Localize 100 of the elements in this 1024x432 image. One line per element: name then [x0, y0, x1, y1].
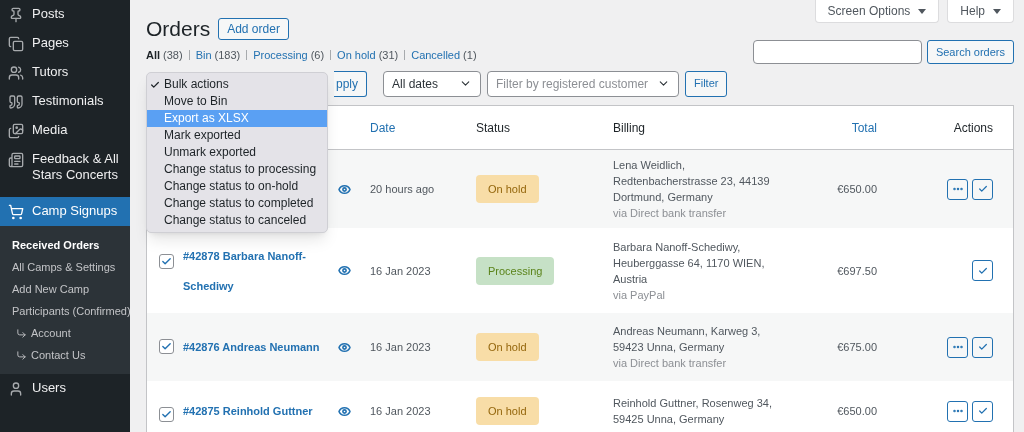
- order-link[interactable]: #42876 Andreas Neumann: [183, 332, 330, 362]
- filter-count: (183): [214, 47, 241, 63]
- menu-option[interactable]: Change status to completed: [147, 195, 327, 212]
- user-icon: [8, 381, 24, 397]
- submenu-item[interactable]: Add New Camp: [0, 278, 130, 300]
- people-icon: [8, 65, 24, 81]
- complete-button[interactable]: [972, 178, 993, 200]
- order-total: €675.00: [837, 341, 877, 353]
- sidebar-item[interactable]: Tutors: [0, 58, 130, 87]
- filter-count: (6): [310, 47, 325, 63]
- complete-button[interactable]: [972, 260, 993, 281]
- quote-icon: [8, 94, 24, 110]
- row-checkbox[interactable]: [159, 254, 174, 269]
- eye-icon[interactable]: [338, 340, 351, 354]
- indent-arrow-icon: [16, 327, 27, 339]
- add-order-button[interactable]: Add order: [218, 18, 289, 40]
- check-icon: [977, 184, 988, 194]
- status-badge: On hold: [476, 175, 539, 203]
- status-badge: On hold: [476, 333, 539, 361]
- sidebar-item[interactable]: Testimonials: [0, 87, 130, 116]
- order-date: 20 hours ago: [370, 183, 435, 195]
- sidebar-item[interactable]: Media: [0, 116, 130, 145]
- check-icon: [977, 406, 988, 416]
- status-filter-link[interactable]: Cancelled: [411, 46, 461, 63]
- menu-option[interactable]: Unmark exported: [147, 144, 327, 161]
- order-total: €650.00: [837, 405, 877, 417]
- billing-address: Reinhold Guttner, Rosenweg 34, 59425 Unna, Germany: [613, 396, 773, 427]
- check-icon: [977, 342, 988, 352]
- screen-options-tab[interactable]: Screen Options: [814, 0, 940, 23]
- submenu-item[interactable]: Participants (Confirmed): [0, 300, 130, 322]
- submenu-item[interactable]: Received Orders: [0, 234, 130, 256]
- sidebar-item[interactable]: Camp Signups: [0, 197, 130, 226]
- complete-button[interactable]: [972, 400, 993, 422]
- filter-count: (38): [163, 47, 183, 63]
- pin-icon: [8, 7, 24, 23]
- eye-icon[interactable]: [338, 404, 351, 418]
- dropdown-triangle-icon: [993, 8, 1001, 14]
- submenu-item[interactable]: Contact Us: [0, 344, 130, 366]
- newspaper-icon: [8, 152, 24, 168]
- row-checkbox[interactable]: [159, 339, 174, 354]
- column-header[interactable]: Date: [370, 120, 396, 135]
- sidebar-item[interactable]: Pages: [0, 29, 130, 58]
- sidebar-item[interactable]: Users: [0, 374, 130, 403]
- menu-option[interactable]: Change status to on-hold: [147, 178, 327, 195]
- status-filter-link[interactable]: All: [146, 46, 161, 63]
- check-icon: [161, 256, 172, 267]
- sidebar-item[interactable]: Feedback & All Stars Concerts: [0, 145, 130, 189]
- order-date: 16 Jan 2023: [370, 264, 431, 277]
- payment-method: via Direct bank transfer: [613, 206, 728, 221]
- page-title: Orders: [146, 16, 211, 42]
- status-filter-link[interactable]: Bin: [195, 46, 212, 63]
- menu-option[interactable]: Mark exported: [147, 127, 327, 144]
- eye-icon[interactable]: [338, 182, 351, 196]
- order-link[interactable]: #42878 Barbara Nanoff-Schediwy: [183, 240, 330, 301]
- more-actions-button[interactable]: [947, 178, 968, 200]
- payment-method: via PayPal: [613, 287, 666, 303]
- sidebar-item[interactable]: Posts: [0, 0, 130, 29]
- order-total: €697.50: [837, 264, 877, 277]
- menu-option[interactable]: Change status to processing: [147, 161, 327, 178]
- filter-count: (1): [463, 47, 477, 63]
- checkmark-icon: [150, 79, 160, 90]
- check-icon: [161, 341, 172, 352]
- status-badge: On hold: [476, 397, 539, 425]
- check-icon: [161, 409, 172, 420]
- status-badge: Processing: [476, 256, 555, 285]
- help-tab[interactable]: Help: [947, 0, 1014, 23]
- more-actions-button[interactable]: [947, 336, 968, 358]
- check-icon: [977, 265, 988, 276]
- column-header[interactable]: Total: [851, 120, 877, 135]
- search-field[interactable]: [752, 40, 922, 64]
- filter-button[interactable]: Filter: [685, 70, 728, 97]
- indent-arrow-icon: [16, 349, 27, 361]
- submenu-item[interactable]: All Camps & Settings: [0, 256, 130, 278]
- cart-icon: [8, 204, 24, 220]
- search-orders-button[interactable]: Search orders: [926, 40, 1014, 64]
- row-checkbox[interactable]: [159, 407, 174, 422]
- payment-method: via Direct bank transfer: [613, 356, 728, 371]
- status-filter-link[interactable]: On hold: [337, 46, 376, 63]
- billing-address: Lena Weidlich, Redtenbacherstrasse 23, 44139 Dortmund, Germany: [613, 158, 771, 205]
- eye-icon[interactable]: [338, 264, 351, 277]
- apply-button[interactable]: pply: [334, 70, 367, 97]
- order-date: 16 Jan 2023: [370, 341, 431, 353]
- menu-option[interactable]: Bulk actions: [147, 76, 327, 93]
- submenu-item[interactable]: Account: [0, 322, 130, 344]
- billing-address: Andreas Neumann, Karweg 3, 59423 Unna, Germany: [613, 324, 762, 355]
- column-header: Status: [476, 120, 511, 135]
- status-filter-link[interactable]: Processing: [253, 46, 308, 63]
- order-date: 16 Jan 2023: [370, 405, 431, 417]
- complete-button[interactable]: [972, 336, 993, 358]
- menu-option[interactable]: Move to Bin: [147, 93, 327, 110]
- order-link[interactable]: #42875 Reinhold Guttner: [183, 396, 330, 426]
- more-actions-button[interactable]: [947, 400, 968, 422]
- column-header: Billing: [613, 120, 645, 135]
- column-header: Actions: [953, 120, 993, 135]
- billing-address: Barbara Nanoff-Schediwy, Heuberggasse 64, 1170 WIEN, Austria: [613, 239, 766, 287]
- menu-option[interactable]: Change status to canceled: [147, 212, 327, 229]
- dropdown-triangle-icon: [918, 8, 927, 14]
- order-total: €650.00: [837, 183, 877, 195]
- date-select[interactable]: All dates: [383, 70, 481, 97]
- pages-icon: [8, 36, 24, 52]
